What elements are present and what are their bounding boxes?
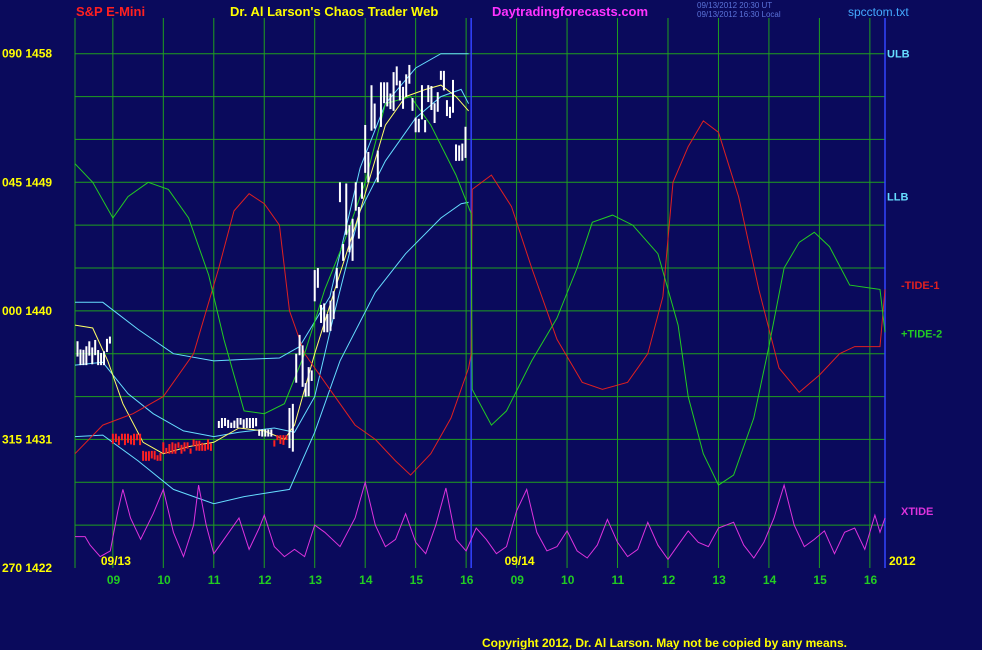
- series-label: ULB: [887, 49, 910, 61]
- series-llb: [74, 201, 469, 505]
- year-label: 2012: [889, 554, 916, 568]
- site-label: Daytradingforecasts.com: [492, 4, 649, 19]
- x-tick-label: 16: [864, 573, 878, 587]
- x-tick-label: 11: [208, 573, 221, 587]
- file-label: spcctom.txt: [848, 5, 909, 19]
- series-tide-2: [74, 96, 886, 486]
- x-tick-label: 13: [309, 573, 323, 587]
- series-ma-inner: [74, 88, 470, 438]
- y-tick-label: 090 1458: [2, 47, 52, 61]
- timestamp-ut: 09/13/2012 20:30 UT: [697, 1, 773, 10]
- chart-canvas: 090 1458 045 1449 000 1440 315 1431 270 1422…: [2, 18, 942, 587]
- series-ulb: [75, 53, 469, 362]
- y-tick-label: 000 1440: [2, 304, 52, 318]
- y-tick-label: 045 1449: [2, 175, 52, 189]
- chart-series: [74, 53, 886, 561]
- x-tick-label: 15: [813, 573, 827, 587]
- series-xtide: [75, 480, 886, 561]
- series-label: +TIDE-2: [901, 329, 942, 341]
- date-label: 09/13: [101, 554, 131, 568]
- x-tick-label: 13: [712, 573, 726, 587]
- series-label: XTIDE: [901, 506, 933, 518]
- date-label: 09/14: [505, 554, 535, 568]
- series-tide-1: [74, 120, 886, 476]
- y-tick-label: 315 1431: [2, 432, 52, 446]
- x-tick-label: 12: [662, 573, 676, 587]
- y-tick-label: 270 1422: [2, 561, 52, 575]
- price-bars: [76, 64, 467, 461]
- x-tick-label: 12: [258, 573, 272, 587]
- x-tick-label: 09: [107, 573, 121, 587]
- copyright-notice: Copyright 2012, Dr. Al Larson. May not b…: [482, 636, 847, 650]
- x-tick-label: 10: [157, 573, 171, 587]
- series-label: -TIDE-1: [901, 280, 940, 292]
- x-tick-label: 11: [612, 573, 625, 587]
- chart-subtitle: Dr. Al Larson's Chaos Trader Web: [230, 4, 439, 19]
- x-tick-label: 14: [359, 573, 373, 587]
- instrument-title: S&P E-Mini: [76, 4, 146, 19]
- x-tick-label: 09: [511, 573, 525, 587]
- series-label: LLB: [887, 192, 908, 204]
- timestamp-local: 09/13/2012 16:30 Local: [697, 10, 781, 19]
- x-tick-label: 10: [561, 573, 575, 587]
- x-tick-label: 14: [763, 573, 777, 587]
- x-tick-label: 16: [460, 573, 474, 587]
- chart-grid: [74, 18, 886, 568]
- x-tick-label: 15: [410, 573, 424, 587]
